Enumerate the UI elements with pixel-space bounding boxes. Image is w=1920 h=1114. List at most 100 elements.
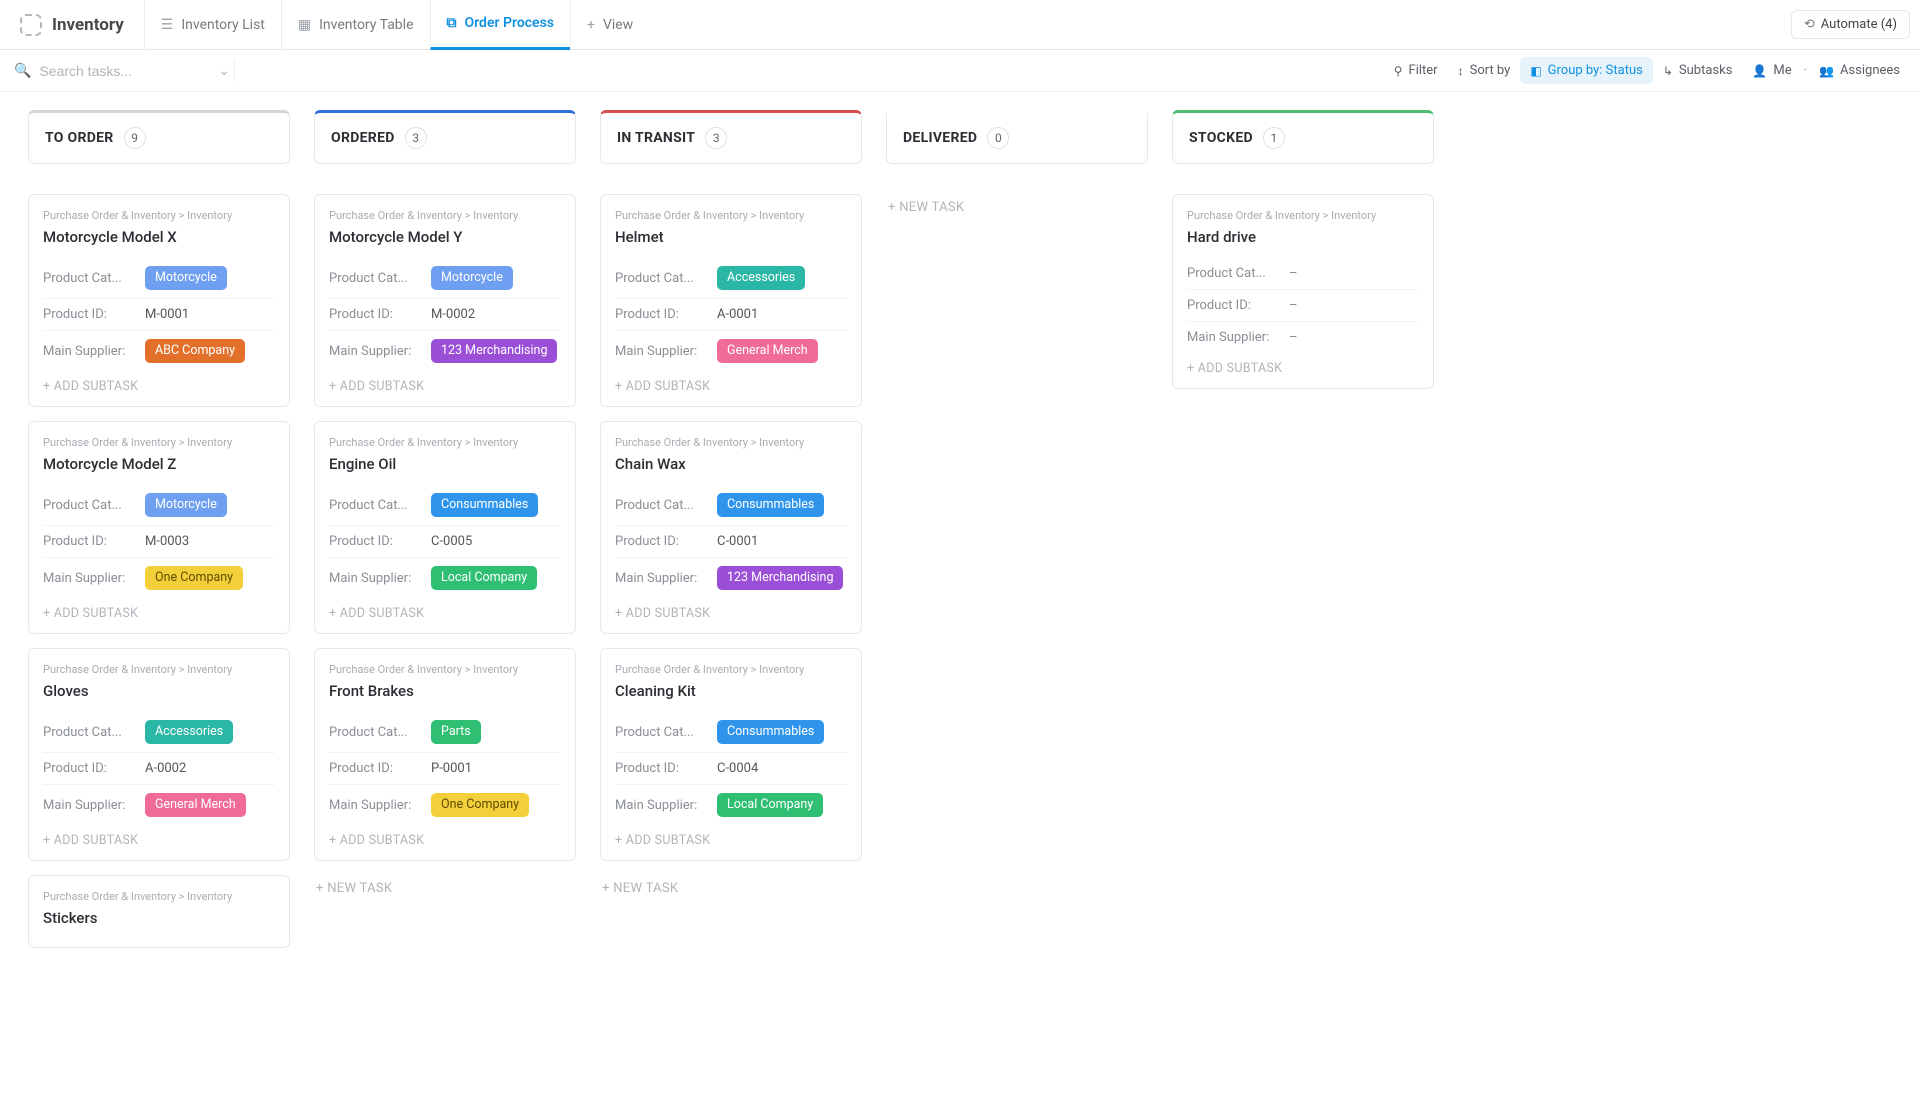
field-value: P-0001: [431, 761, 472, 776]
tag-pill[interactable]: Consummables: [431, 493, 538, 517]
field-value: M-0002: [431, 307, 475, 322]
add-subtask-button[interactable]: + ADD SUBTASK: [43, 825, 275, 852]
card-title: Motorcycle Model X: [43, 228, 275, 246]
field-label: Product ID:: [615, 307, 711, 322]
column-header[interactable]: DELIVERED0: [886, 110, 1148, 164]
tag-pill[interactable]: 123 Merchandising: [717, 566, 843, 590]
column-delivered: DELIVERED0 + NEW TASK: [886, 110, 1148, 221]
card-field-row: Main Supplier:ABC Company: [43, 330, 275, 371]
card-field-row: Product ID:C-0005: [329, 525, 561, 557]
task-card[interactable]: Purchase Order & Inventory > InventoryFr…: [314, 648, 576, 861]
field-label: Product Cat...: [329, 271, 425, 286]
task-card[interactable]: Purchase Order & Inventory > InventoryCl…: [600, 648, 862, 861]
task-card[interactable]: Purchase Order & Inventory > InventoryHa…: [1172, 194, 1434, 389]
tab-inventory-list[interactable]: ☰Inventory List: [144, 0, 281, 50]
card-field-row: Product Cat...Accessories: [43, 712, 275, 752]
tab-order-process[interactable]: ⧉Order Process: [430, 0, 570, 50]
card-field-row: Main Supplier:–: [1187, 321, 1419, 353]
card-field-row: Product Cat...Parts: [329, 712, 561, 752]
search-wrap[interactable]: 🔍 ⌄: [10, 63, 230, 79]
add-subtask-button[interactable]: + ADD SUBTASK: [329, 371, 561, 398]
add-subtask-button[interactable]: + ADD SUBTASK: [43, 371, 275, 398]
task-card[interactable]: Purchase Order & Inventory > InventorySt…: [28, 875, 290, 948]
card-title: Hard drive: [1187, 228, 1419, 246]
add-subtask-button[interactable]: + ADD SUBTASK: [43, 598, 275, 625]
column-title: TO ORDER: [45, 130, 114, 146]
field-label: Main Supplier:: [615, 798, 711, 813]
field-label: Main Supplier:: [329, 798, 425, 813]
card-field-row: Main Supplier: Local Company: [615, 784, 847, 825]
add-subtask-button[interactable]: + ADD SUBTASK: [615, 598, 847, 625]
tag-pill[interactable]: Consummables: [717, 720, 824, 744]
column-body: Purchase Order & Inventory > InventoryMo…: [28, 194, 290, 948]
task-card[interactable]: Purchase Order & Inventory > InventoryCh…: [600, 421, 862, 634]
automate-label: Automate (4): [1821, 17, 1897, 32]
new-task-button[interactable]: + NEW TASK: [314, 875, 576, 902]
tab-label: Inventory Table: [319, 17, 413, 33]
tag-pill[interactable]: One Company: [145, 566, 243, 590]
tag-pill[interactable]: Motorcycle: [431, 266, 513, 290]
column-count: 9: [124, 127, 146, 149]
column-header[interactable]: STOCKED1: [1172, 110, 1434, 164]
tag-pill[interactable]: Motorcycle: [145, 493, 227, 517]
tag-pill[interactable]: Parts: [431, 720, 481, 744]
column-body: Purchase Order & Inventory > InventoryHa…: [1172, 194, 1434, 389]
column-header[interactable]: TO ORDER 9: [28, 110, 290, 164]
me-button[interactable]: 👤 Me: [1742, 57, 1801, 84]
task-card[interactable]: Purchase Order & Inventory > InventoryEn…: [314, 421, 576, 634]
tag-pill[interactable]: General Merch: [717, 339, 818, 363]
tag-pill[interactable]: 123 Merchandising: [431, 339, 557, 363]
assignees-label: Assignees: [1840, 63, 1900, 78]
add-subtask-button[interactable]: + ADD SUBTASK: [329, 825, 561, 852]
tag-pill[interactable]: ABC Company: [145, 339, 245, 363]
add-subtask-button[interactable]: + ADD SUBTASK: [329, 598, 561, 625]
field-label: Product Cat...: [1187, 266, 1283, 281]
app-title-text: Inventory: [52, 15, 124, 35]
tag-pill[interactable]: Consummables: [717, 493, 824, 517]
task-card[interactable]: Purchase Order & Inventory > InventoryGl…: [28, 648, 290, 861]
column-header[interactable]: ORDERED3: [314, 110, 576, 164]
field-label: Product ID:: [329, 307, 425, 322]
field-label: Product ID:: [615, 761, 711, 776]
filter-label: Filter: [1409, 63, 1438, 78]
column-count: 0: [987, 127, 1009, 149]
field-label: Product ID:: [329, 761, 425, 776]
new-task-button[interactable]: + NEW TASK: [600, 875, 862, 902]
tab-add-view[interactable]: +View: [570, 0, 649, 50]
card-field-row: Main Supplier:One Company: [43, 557, 275, 598]
assignees-button[interactable]: 👥 Assignees: [1809, 57, 1910, 84]
card-title: Helmet: [615, 228, 847, 246]
tag-pill[interactable]: Accessories: [717, 266, 805, 290]
tab-inventory-table[interactable]: ▦Inventory Table: [281, 0, 430, 50]
card-breadcrumb: Purchase Order & Inventory > Inventory: [329, 436, 561, 449]
tag-pill[interactable]: Local Company: [431, 566, 537, 590]
card-title: Cleaning Kit: [615, 682, 847, 700]
chevron-down-icon[interactable]: ⌄: [218, 63, 230, 79]
subtasks-button[interactable]: ↳ Subtasks: [1653, 57, 1743, 84]
tab-label: View: [603, 17, 633, 33]
task-card[interactable]: Purchase Order & Inventory > InventoryMo…: [314, 194, 576, 407]
task-card[interactable]: Purchase Order & Inventory > InventoryMo…: [28, 421, 290, 634]
groupby-button[interactable]: ◧ Group by: Status: [1520, 57, 1653, 84]
task-card[interactable]: Purchase Order & Inventory > InventoryMo…: [28, 194, 290, 407]
top-tabs-bar: Inventory ☰Inventory List▦Inventory Tabl…: [0, 0, 1920, 50]
separator: [234, 60, 235, 82]
tag-pill[interactable]: Motorcycle: [145, 266, 227, 290]
add-subtask-button[interactable]: + ADD SUBTASK: [1187, 353, 1419, 380]
add-subtask-button[interactable]: + ADD SUBTASK: [615, 371, 847, 398]
card-field-row: Product ID: P-0001: [329, 752, 561, 784]
new-task-button[interactable]: + NEW TASK: [886, 194, 1148, 221]
column-header[interactable]: IN TRANSIT3: [600, 110, 862, 164]
filter-icon: ⚲: [1394, 64, 1403, 78]
filter-button[interactable]: ⚲ Filter: [1384, 57, 1448, 84]
automate-button[interactable]: ⟲ Automate (4): [1791, 10, 1910, 39]
field-label: Product ID:: [615, 534, 711, 549]
search-input[interactable]: [39, 63, 189, 79]
add-subtask-button[interactable]: + ADD SUBTASK: [615, 825, 847, 852]
sortby-button[interactable]: ↕ Sort by: [1448, 57, 1521, 84]
tag-pill[interactable]: Local Company: [717, 793, 823, 817]
tag-pill[interactable]: One Company: [431, 793, 529, 817]
tag-pill[interactable]: Accessories: [145, 720, 233, 744]
task-card[interactable]: Purchase Order & Inventory > InventoryHe…: [600, 194, 862, 407]
tag-pill[interactable]: General Merch: [145, 793, 246, 817]
